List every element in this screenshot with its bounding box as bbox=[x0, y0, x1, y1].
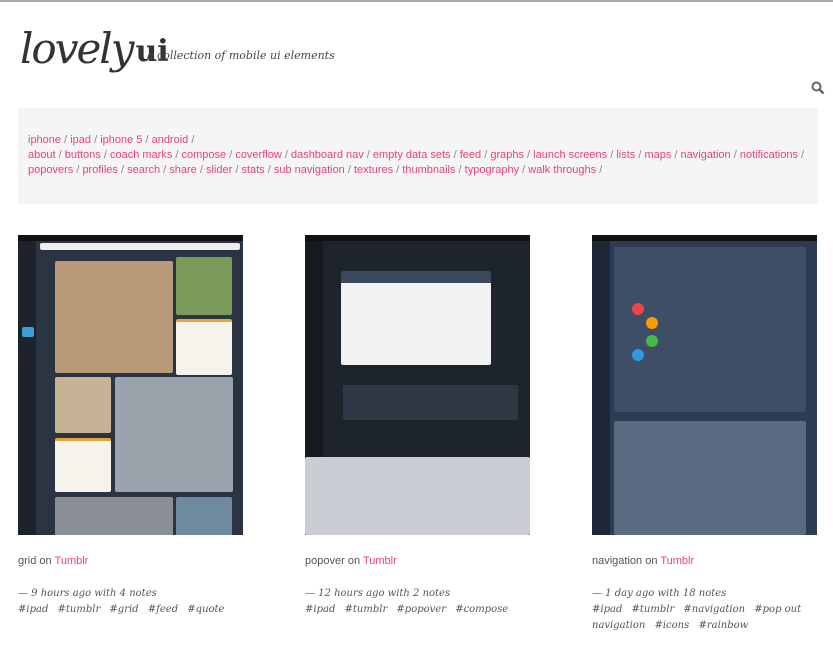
tag-link[interactable]: #feed bbox=[148, 604, 178, 615]
post-title: grid bbox=[18, 555, 37, 567]
category-link[interactable]: stats bbox=[241, 164, 264, 176]
category-link[interactable]: share bbox=[169, 164, 197, 176]
tag-link[interactable]: #ipad bbox=[18, 604, 48, 615]
tag-link[interactable]: #ipad bbox=[305, 604, 335, 615]
category-link[interactable]: graphs bbox=[490, 149, 524, 161]
category-link[interactable]: coach marks bbox=[110, 149, 172, 161]
tagline: a collection of mobile ui elements bbox=[147, 49, 335, 62]
post-title: navigation bbox=[592, 555, 643, 567]
tag-link[interactable]: #popover bbox=[396, 604, 446, 615]
source-link[interactable]: Tumblr bbox=[363, 555, 397, 567]
tag-link[interactable]: #grid bbox=[109, 604, 138, 615]
category-link[interactable]: navigation bbox=[681, 149, 731, 161]
on-label: on bbox=[347, 555, 361, 567]
category-link[interactable]: about bbox=[28, 149, 56, 161]
category-link[interactable]: walk throughs bbox=[528, 164, 596, 176]
category-link[interactable]: typography bbox=[465, 164, 519, 176]
category-link[interactable]: ipad bbox=[70, 134, 91, 146]
tag-link[interactable]: #rainbow bbox=[698, 620, 748, 631]
category-link[interactable]: iphone 5 bbox=[100, 134, 142, 146]
category-link[interactable]: profiles bbox=[82, 164, 117, 176]
category-link[interactable]: sub navigation bbox=[274, 164, 345, 176]
category-link[interactable]: notifications bbox=[740, 149, 798, 161]
category-link[interactable]: dashboard nav bbox=[291, 149, 364, 161]
search-icon[interactable] bbox=[811, 81, 825, 95]
category-link[interactable]: launch screens bbox=[533, 149, 607, 161]
post-tags: #ipad #tumblr #popover #compose bbox=[305, 602, 530, 618]
category-link[interactable]: lists bbox=[616, 149, 635, 161]
post-meta[interactable]: — 12 hours ago with 2 notes bbox=[305, 586, 530, 602]
logo-script: lovely bbox=[20, 24, 134, 73]
on-label: on bbox=[645, 555, 658, 567]
device-links: iphone / ipad / iphone 5 / android / bbox=[28, 134, 195, 146]
category-link[interactable]: iphone bbox=[28, 134, 61, 146]
category-link[interactable]: coverflow bbox=[235, 149, 281, 161]
category-link[interactable]: search bbox=[127, 164, 160, 176]
post-card: grid on Tumblr — 9 hours ago with 4 note… bbox=[18, 235, 243, 618]
category-link[interactable]: android bbox=[152, 134, 189, 146]
category-links: iphone / ipad / iphone 5 / android / abo… bbox=[18, 108, 818, 204]
category-link[interactable]: slider bbox=[206, 164, 232, 176]
category-link[interactable]: empty data sets bbox=[373, 149, 451, 161]
post-tags: #ipad #tumblr #navigation #pop out navig… bbox=[592, 602, 817, 634]
source-link[interactable]: Tumblr bbox=[660, 555, 694, 567]
tag-link[interactable]: #tumblr bbox=[58, 604, 101, 615]
tag-link[interactable]: #tumblr bbox=[345, 604, 388, 615]
post-card: popover on Tumblr — 12 hours ago with 2 … bbox=[305, 235, 530, 618]
category-link[interactable]: popovers bbox=[28, 164, 73, 176]
category-link[interactable]: buttons bbox=[65, 149, 101, 161]
tag-link[interactable]: #compose bbox=[455, 604, 508, 615]
post-meta[interactable]: — 9 hours ago with 4 notes bbox=[18, 586, 243, 602]
post-image-popover[interactable] bbox=[305, 235, 530, 535]
post-card: navigation on Tumblr — 1 day ago with 18… bbox=[592, 235, 817, 634]
tag-link[interactable]: #quote bbox=[187, 604, 224, 615]
tag-link[interactable]: #tumblr bbox=[632, 604, 675, 615]
post-title: popover bbox=[305, 555, 345, 567]
tag-link[interactable]: #icons bbox=[654, 620, 689, 631]
post-tags: #ipad #tumblr #grid #feed #quote bbox=[18, 602, 243, 618]
category-link[interactable]: compose bbox=[182, 149, 227, 161]
category-link[interactable]: thumbnails bbox=[402, 164, 455, 176]
category-link[interactable]: maps bbox=[644, 149, 671, 161]
element-links: about / buttons / coach marks / compose … bbox=[28, 149, 805, 176]
source-link[interactable]: Tumblr bbox=[55, 555, 89, 567]
category-link[interactable]: feed bbox=[460, 149, 481, 161]
on-label: on bbox=[39, 555, 52, 567]
tag-link[interactable]: #ipad bbox=[592, 604, 622, 615]
tag-link[interactable]: #navigation bbox=[683, 604, 745, 615]
post-image-grid[interactable] bbox=[18, 235, 243, 535]
post-image-navigation[interactable] bbox=[592, 235, 817, 535]
post-meta[interactable]: — 1 day ago with 18 notes bbox=[592, 586, 817, 602]
category-link[interactable]: textures bbox=[354, 164, 393, 176]
